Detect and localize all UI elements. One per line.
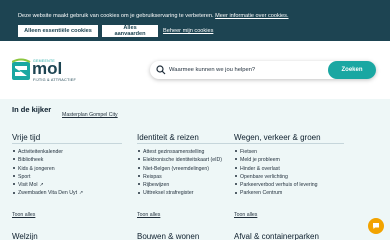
bullet-icon [13, 183, 15, 186]
category-list: Activiteitenkalender Bibliotheek Kids & … [12, 148, 132, 198]
logo-tagline: FIJTIG & ATTRACTIEF [33, 78, 76, 82]
chat-icon [373, 223, 379, 229]
list-item-label[interactable]: Visit Mol [18, 182, 38, 188]
list-item-label[interactable]: Openbare verlichting [240, 174, 288, 180]
list-item[interactable]: Openbare verlichting [234, 173, 354, 181]
list-item[interactable]: Activiteitenkalender [12, 148, 132, 156]
list-item-label[interactable]: Zwembaden Vita Den Uyt [18, 190, 77, 196]
bullet-icon [235, 191, 237, 194]
main-content: In de kijker Masterplan Gompel City Vrij… [0, 99, 390, 240]
bullet-icon [235, 175, 237, 178]
spotlight-link[interactable]: Masterplan Gompel City [62, 112, 118, 118]
see-all-link[interactable]: Toon alles [12, 212, 35, 218]
list-item[interactable]: Bibliotheek [12, 156, 132, 164]
category-title: Vrije tijd [12, 133, 132, 144]
search-button[interactable]: Zoeken [328, 61, 376, 79]
category-title-welzijn[interactable]: Welzijn [12, 232, 38, 240]
list-item-label[interactable]: Parkeerverbod verhuis of levering [240, 182, 318, 188]
list-item-label[interactable]: Bibliotheek [18, 157, 43, 163]
list-item[interactable]: Zwembaden Vita Den Uyt ↗ [12, 189, 132, 197]
search-bar: Zoeken [150, 61, 376, 79]
list-item-label[interactable]: Attest gezinssamenstelling [143, 149, 204, 155]
list-item-label[interactable]: Sport [18, 174, 30, 180]
see-all-link[interactable]: Toon alles [234, 212, 257, 218]
see-all-link[interactable]: Toon alles [137, 212, 160, 218]
external-link-icon: ↗ [39, 182, 44, 189]
bullet-icon [235, 150, 237, 153]
bullet-icon [235, 166, 237, 169]
category-title-afval[interactable]: Afval & containerparken [234, 232, 319, 240]
list-item-label[interactable]: Niet-Belgen (vreemdelingen) [143, 166, 209, 172]
bullet-icon [138, 150, 140, 153]
list-item-label[interactable]: Fietsen [240, 149, 257, 155]
search-input[interactable] [169, 63, 309, 77]
bullet-icon [13, 166, 15, 169]
cookie-banner: Deze website maakt gebruik van cookies o… [0, 0, 390, 41]
list-item[interactable]: Meld je probleem [234, 156, 354, 164]
category-title: Wegen, verkeer & groen [234, 133, 354, 144]
list-item-label[interactable]: Reispas [143, 174, 162, 180]
list-item[interactable]: Parkeerverbod verhuis of levering [234, 181, 354, 189]
list-item-label[interactable]: Meld je probleem [240, 157, 280, 163]
list-item[interactable]: Hinder & overlast [234, 165, 354, 173]
bullet-icon [138, 158, 140, 161]
bullet-icon [138, 191, 140, 194]
bullet-icon [13, 191, 15, 194]
category-list: Fietsen Meld je probleem Hinder & overla… [234, 148, 354, 198]
bullet-icon [138, 175, 140, 178]
list-item[interactable]: Sport [12, 173, 132, 181]
cookie-more-info-link[interactable]: Meer informatie over cookies. [215, 13, 288, 19]
list-item-label[interactable]: Uittreksel strafregister [143, 190, 193, 196]
bullet-icon [235, 183, 237, 186]
bullet-icon [13, 175, 15, 178]
list-item[interactable]: Fietsen [234, 148, 354, 156]
spotlight-title: In de kijker [12, 105, 52, 114]
category-wegen-verkeer-groen: Wegen, verkeer & groen Fietsen Meld je p… [234, 133, 354, 218]
accept-all-cookies-button[interactable]: Alles aanvaarden [102, 25, 158, 37]
list-item-label[interactable]: Kids & jongeren [18, 166, 55, 172]
essential-cookies-button[interactable]: Alleen essentiële cookies [18, 25, 98, 37]
bullet-icon [138, 183, 140, 186]
list-item-label[interactable]: Activiteitenkalender [18, 149, 63, 155]
cookie-message: Deze website maakt gebruik van cookies o… [18, 13, 289, 19]
bullet-icon [13, 158, 15, 161]
list-item[interactable]: Parkeren Centrum [234, 189, 354, 197]
category-vrije-tijd: Vrije tijd Activiteitenkalender Biblioth… [12, 133, 132, 218]
chat-button[interactable] [368, 218, 384, 234]
list-item-label[interactable]: Hinder & overlast [240, 166, 280, 172]
category-title-bouwen-wonen[interactable]: Bouwen & wonen [137, 232, 199, 240]
site-header: GEMEENTE mol FIJTIG & ATTRACTIEF Zoeken [0, 41, 390, 99]
search-icon [156, 65, 166, 75]
manage-cookies-link[interactable]: Beheer mijn cookies [163, 28, 213, 34]
list-item[interactable]: Kids & jongeren [12, 165, 132, 173]
cookie-text: Deze website maakt gebruik van cookies o… [18, 13, 214, 19]
list-item-label[interactable]: Parkeren Centrum [240, 190, 282, 196]
external-link-icon: ↗ [79, 190, 84, 197]
list-item-label[interactable]: Rijbewijzen [143, 182, 169, 188]
bullet-icon [13, 150, 15, 153]
logo-name: mol [32, 59, 63, 78]
bullet-icon [235, 158, 237, 161]
bullet-icon [138, 166, 140, 169]
list-item-label[interactable]: Elektronische identiteitskaart (eID) [143, 157, 222, 163]
list-item[interactable]: Visit Mol ↗ [12, 181, 132, 189]
mol-logo[interactable]: GEMEENTE mol FIJTIG & ATTRACTIEF [11, 57, 87, 85]
